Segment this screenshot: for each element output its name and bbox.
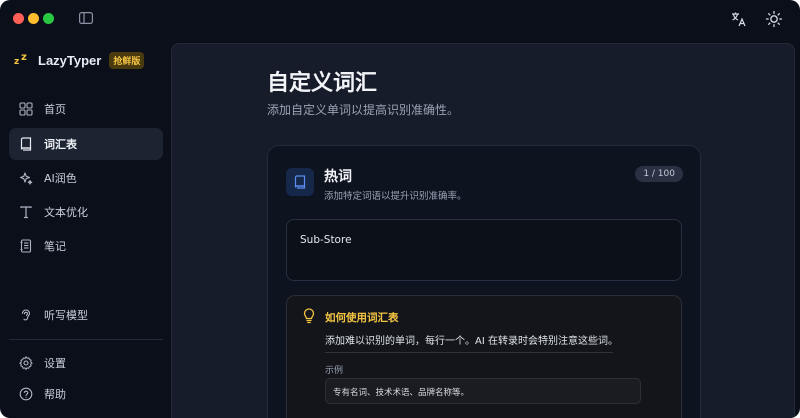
titlebar <box>0 0 800 38</box>
sidebar-item-label: 听写模型 <box>44 309 88 322</box>
tip-divider <box>325 352 613 353</box>
hotwords-card: 热词 添加特定词语以提升识别准确率。 1 / 100 Sub-Store 如何使… <box>267 145 701 418</box>
help-circle-icon <box>19 387 33 401</box>
sidebar-item-settings[interactable]: 设置 <box>9 347 163 379</box>
minimize-window-button[interactable] <box>28 13 39 24</box>
hotwords-description: 添加特定词语以提升识别准确率。 <box>324 191 467 202</box>
lightbulb-icon <box>303 308 315 324</box>
sidebar-item-text-optimize[interactable]: 文本优化 <box>9 196 163 228</box>
sidebar-divider <box>9 339 163 340</box>
sidebar-item-label: 词汇表 <box>44 138 77 151</box>
sidebar: z z LazyTyper 抢鲜版 首页 词汇表 AI润色 文本优化 笔记 听写… <box>0 38 171 418</box>
sidebar-item-notes[interactable]: 笔记 <box>9 230 163 262</box>
app-window: z z LazyTyper 抢鲜版 首页 词汇表 AI润色 文本优化 笔记 听写… <box>0 0 800 418</box>
sleep-zz-icon: z z <box>14 52 28 67</box>
sidebar-item-label: 笔记 <box>44 240 66 253</box>
sidebar-item-label: AI润色 <box>44 172 77 185</box>
usage-tip-text: 添加难以识别的单词，每行一个。AI 在转录时会特别注意这些词。 <box>325 336 618 347</box>
close-window-button[interactable] <box>13 13 24 24</box>
usage-tip-box: 如何使用词汇表 添加难以识别的单词，每行一个。AI 在转录时会特别注意这些词。 … <box>286 295 682 418</box>
book-icon <box>286 168 314 196</box>
sparkles-icon <box>19 171 33 185</box>
main-panel: 自定义词汇 添加自定义单词以提高识别准确性。 热词 添加特定词语以提升识别准确率… <box>171 43 795 418</box>
grid-icon <box>19 102 33 116</box>
sun-icon[interactable] <box>765 10 783 28</box>
example-label: 示例 <box>325 366 344 376</box>
translate-icon[interactable] <box>730 10 748 28</box>
text-t-icon <box>19 205 33 219</box>
sidebar-item-label: 首页 <box>44 103 66 116</box>
beta-badge: 抢鲜版 <box>109 51 145 69</box>
sidebar-item-label: 设置 <box>44 357 66 370</box>
sidebar-toggle-icon[interactable] <box>79 12 93 24</box>
hotwords-title: 热词 <box>324 169 352 185</box>
sidebar-item-ai-polish[interactable]: AI润色 <box>9 162 163 194</box>
sidebar-item-help[interactable]: 帮助 <box>9 378 163 410</box>
hotwords-input[interactable]: Sub-Store <box>286 219 682 281</box>
hotwords-count-badge: 1 / 100 <box>635 166 683 182</box>
sidebar-item-vocabulary[interactable]: 词汇表 <box>9 128 163 160</box>
page-subtitle: 添加自定义单词以提高识别准确性。 <box>267 103 460 117</box>
zoom-window-button[interactable] <box>43 13 54 24</box>
sidebar-item-label: 文本优化 <box>44 206 88 219</box>
sidebar-item-label: 帮助 <box>44 388 66 401</box>
usage-tip-title: 如何使用词汇表 <box>325 312 399 324</box>
ear-icon <box>19 308 33 322</box>
sidebar-item-home[interactable]: 首页 <box>9 93 163 125</box>
book-icon <box>19 137 33 151</box>
gear-icon <box>19 356 33 370</box>
example-text: 专有名词、技术术语、品牌名称等。 <box>325 378 641 404</box>
sidebar-item-dictation-model[interactable]: 听写模型 <box>9 299 163 331</box>
app-name: LazyTyper <box>38 52 102 68</box>
page-title: 自定义词汇 <box>267 71 378 96</box>
brand: z z LazyTyper 抢鲜版 <box>14 51 145 69</box>
notebook-icon <box>19 239 33 253</box>
